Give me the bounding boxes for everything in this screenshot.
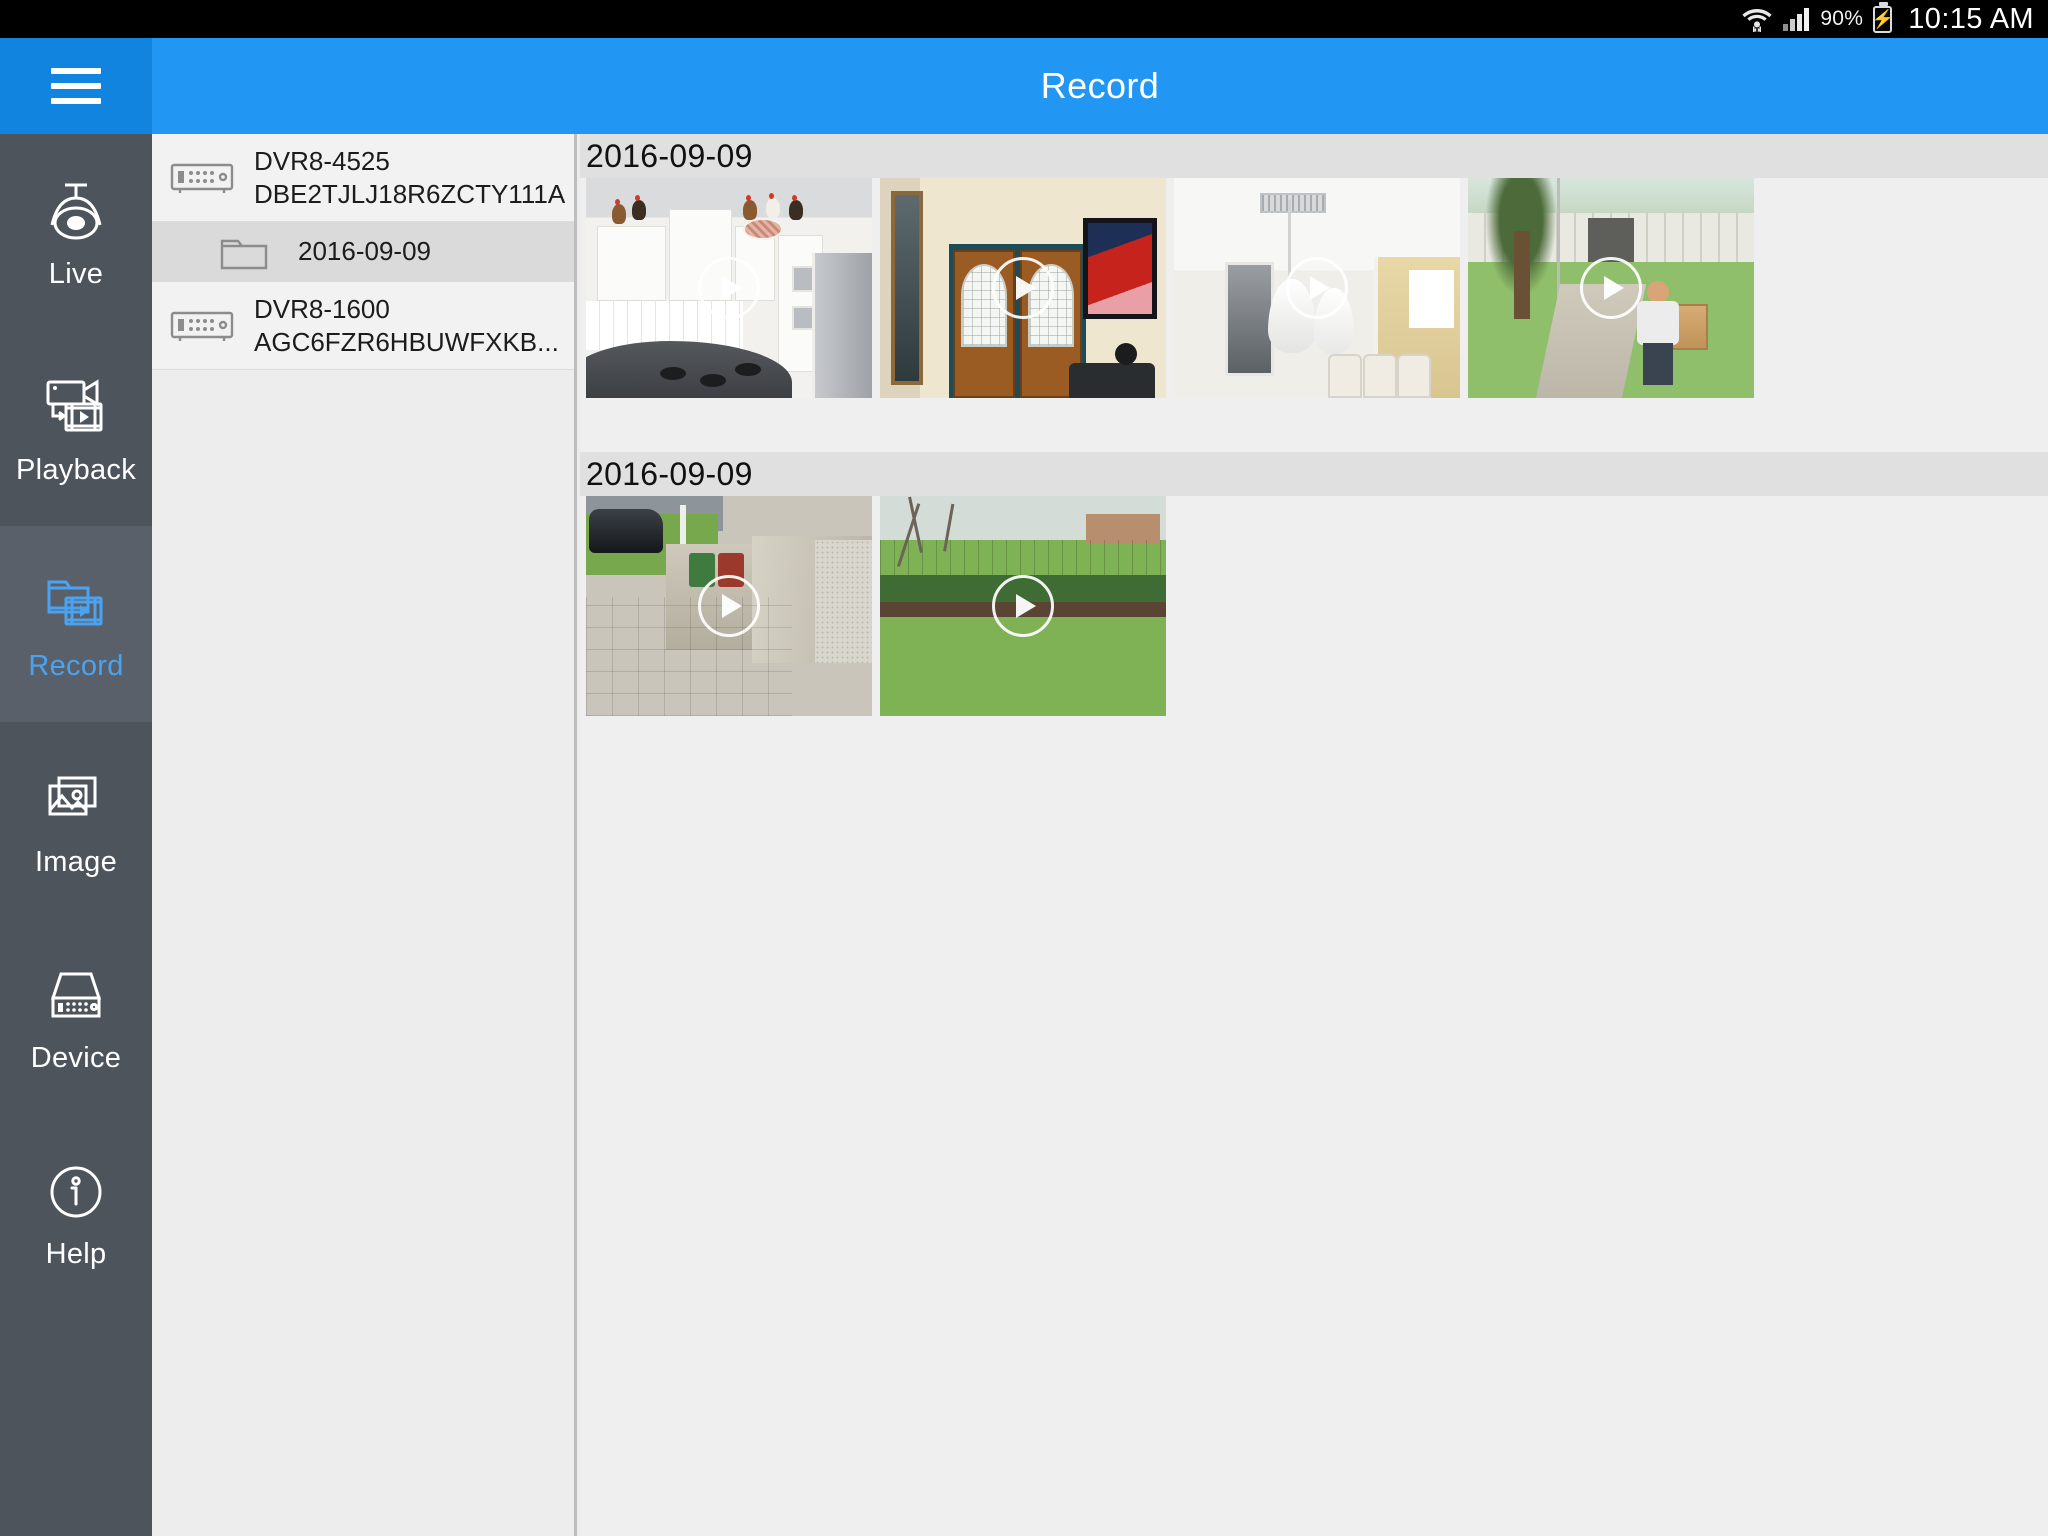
device-tree-panel: DVR8-4525 DBE2TJLJ18R6ZCTY111A 2016-09-0… [152,134,577,1536]
dome-camera-icon [39,176,113,248]
recording-thumbnail[interactable] [1174,178,1460,398]
thumbnail-row [580,178,2048,398]
sidebar-item-help[interactable]: Help [0,1114,152,1310]
tree-item-device[interactable]: DVR8-4525 DBE2TJLJ18R6ZCTY111A [152,134,574,222]
dvr-device-icon [39,960,113,1032]
wifi-icon [1742,6,1772,32]
tree-item-text: DVR8-4525 DBE2TJLJ18R6ZCTY111A [254,145,565,210]
device-name: DVR8-4525 [254,146,390,176]
device-serial: AGC6FZR6HBUWFXKB... [254,326,559,357]
info-circle-icon [39,1156,113,1228]
folder-icon [208,229,280,275]
tree-item-folder-date[interactable]: 2016-09-09 [152,222,574,282]
sidebar-item-device[interactable]: Device [0,918,152,1114]
play-icon[interactable] [1580,257,1642,319]
app-root: 90% ⚡ 10:15 AM Record Live Playback Reco… [0,0,2048,1536]
sidebar-item-image[interactable]: Image [0,722,152,918]
recording-thumbnail[interactable] [586,496,872,716]
battery-charging-icon: ⚡ [1872,1,1894,33]
clock-label: 10:15 AM [1908,2,2034,35]
battery-percent-label: 90% [1820,7,1864,30]
play-icon[interactable] [992,257,1054,319]
sidebar-item-label: Help [45,1237,107,1270]
recordings-content: 2016-09-09 2016-09-09 [580,134,2048,1536]
recording-thumbnail[interactable] [880,496,1166,716]
tree-item-text: DVR8-1600 AGC6FZR6HBUWFXKB... [254,293,559,358]
sidebar-item-record[interactable]: Record [0,526,152,722]
sidebar-item-live[interactable]: Live [0,134,152,330]
play-icon[interactable] [698,257,760,319]
thumbnail-row [580,496,2048,716]
status-bar: 90% ⚡ 10:15 AM [0,0,2048,38]
dvr-icon [166,303,238,349]
recording-thumbnail[interactable] [880,178,1166,398]
tree-item-device[interactable]: DVR8-1600 AGC6FZR6HBUWFXKB... [152,282,574,370]
play-icon[interactable] [992,575,1054,637]
sidebar: Live Playback Record Image Device Help [0,134,152,1536]
page-title: Record [1040,65,1160,106]
sidebar-item-label: Device [30,1041,122,1074]
group-date-header: 2016-09-09 [580,134,2048,178]
device-name: DVR8-1600 [254,294,390,324]
sidebar-item-label: Image [34,845,118,878]
cellular-signal-icon [1782,7,1810,31]
hamburger-menu-icon[interactable] [0,38,152,134]
app-bar: Record [0,38,2048,134]
sidebar-item-label: Live [48,257,104,290]
dvr-icon [166,155,238,201]
group-date-header: 2016-09-09 [580,452,2048,496]
folder-date-label: 2016-09-09 [298,236,431,266]
folder-video-icon [39,568,113,640]
sidebar-item-label: Record [28,649,124,682]
sidebar-item-playback[interactable]: Playback [0,330,152,526]
sidebar-item-label: Playback [15,453,137,486]
recording-thumbnail[interactable] [1468,178,1754,398]
recording-thumbnail[interactable] [586,178,872,398]
device-serial: DBE2TJLJ18R6ZCTY111A [254,178,566,209]
photo-stack-icon [39,764,113,836]
play-icon[interactable] [1286,257,1348,319]
camera-playback-icon [39,372,113,444]
play-icon[interactable] [698,575,760,637]
